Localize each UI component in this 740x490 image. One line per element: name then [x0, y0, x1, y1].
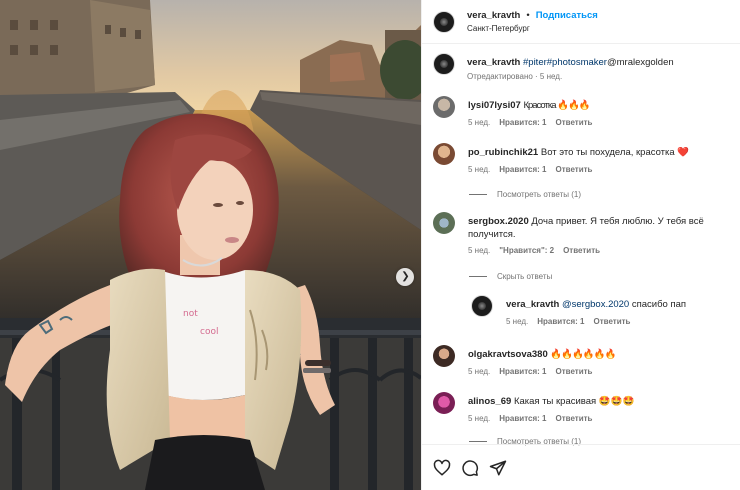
photo-canvas: not cool: [0, 0, 421, 490]
comment-item: sergbox.2020 Доча привет. Я тебя люблю. …: [433, 212, 733, 255]
shirt-text-line1: not: [183, 309, 198, 319]
commenter-avatar[interactable]: [433, 212, 455, 234]
comment-username[interactable]: lysi07lysi07: [468, 100, 521, 111]
reply-text: спасибо пап: [631, 299, 687, 310]
caption-mention[interactable]: @mralexgolden: [607, 57, 674, 68]
shirt-text-line2: cool: [200, 327, 218, 337]
view-replies-button[interactable]: Посмотреть ответы (1): [469, 190, 581, 199]
chevron-right-icon: ❯: [401, 271, 410, 282]
separator-dot: •: [526, 10, 530, 21]
reply-likes[interactable]: Нравится: 1: [537, 317, 584, 326]
reply-button[interactable]: Ответить: [555, 165, 592, 174]
comment-likes[interactable]: Нравится: 1: [499, 367, 546, 376]
post-photo[interactable]: not cool ❯: [0, 0, 421, 490]
caption-meta: Отредактировано · 5 нед.: [467, 72, 563, 81]
comment-time[interactable]: 5 нед.: [468, 414, 490, 423]
comment-text: Вот это ты похудела, красотка ❤️: [540, 147, 690, 158]
reply-reply-button[interactable]: Ответить: [593, 317, 630, 326]
hide-replies-button[interactable]: Скрыть ответы: [469, 272, 552, 281]
reply-mention[interactable]: @sergbox.2020: [562, 299, 629, 310]
view-replies-label: Посмотреть ответы (1): [497, 190, 582, 199]
comment-username[interactable]: sergbox.2020: [468, 216, 529, 227]
comment-time[interactable]: 5 нед.: [468, 165, 490, 174]
post-caption: vera_kravth #piter#photosmaker@mralexgol…: [433, 53, 674, 81]
post-actions-bar: [422, 444, 740, 490]
comment-text: Красотка 🔥🔥🔥: [523, 100, 590, 111]
reply-time[interactable]: 5 нед.: [506, 317, 528, 326]
hide-replies-label: Скрыть ответы: [497, 272, 553, 281]
follow-button[interactable]: Подписаться: [536, 10, 598, 21]
comment-username[interactable]: po_rubinchik21: [468, 147, 538, 158]
comment-likes[interactable]: Нравится: 1: [499, 414, 546, 423]
speech-bubble-icon[interactable]: [461, 459, 479, 477]
comment-text: 🔥🔥🔥🔥🔥🔥: [550, 349, 616, 360]
comment-likes[interactable]: Нравится: 1: [499, 165, 546, 174]
commenter-avatar[interactable]: [433, 143, 455, 165]
comment-username[interactable]: olgakravtsova380: [468, 349, 548, 360]
author-username[interactable]: vera_kravth: [467, 10, 520, 21]
next-photo-button[interactable]: ❯: [396, 268, 414, 286]
comment-item: lysi07lysi07 Красотка 🔥🔥🔥 5 нед. Нравитс…: [433, 96, 733, 127]
reply-button[interactable]: Ответить: [555, 367, 592, 376]
replies-divider: [469, 276, 487, 277]
comment-text: Какая ты красивая 🤩🤩🤩: [513, 396, 635, 407]
commenter-avatar[interactable]: [433, 96, 455, 118]
reply-button[interactable]: Ответить: [555, 414, 592, 423]
replies-divider: [469, 194, 487, 195]
caption-hashtags[interactable]: #piter#photosmaker: [523, 57, 607, 68]
reply-button[interactable]: Ответить: [563, 246, 600, 255]
reply-username[interactable]: vera_kravth: [506, 299, 559, 310]
comment-item: alinos_69 Какая ты красивая 🤩🤩🤩 5 нед. Н…: [433, 392, 733, 423]
comment-likes[interactable]: "Нравится": 2: [499, 246, 554, 255]
commenter-avatar[interactable]: [433, 345, 455, 367]
comment-time[interactable]: 5 нед.: [468, 367, 490, 376]
reply-item: vera_kravth @sergbox.2020 спасибо пап 5 …: [471, 295, 733, 326]
post-sidebar: vera_kravth • Подписаться Санкт-Петербур…: [421, 0, 740, 490]
heart-outline-icon[interactable]: [433, 459, 451, 477]
comment-text-line2: получится.: [468, 229, 516, 240]
reply-avatar[interactable]: [471, 295, 493, 317]
caption-avatar[interactable]: [433, 53, 455, 75]
comment-time[interactable]: 5 нед.: [468, 118, 490, 127]
commenter-avatar[interactable]: [433, 392, 455, 414]
comment-item: po_rubinchik21 Вот это ты похудела, крас…: [433, 143, 733, 174]
comment-likes[interactable]: Нравится: 1: [499, 118, 546, 127]
comment-username[interactable]: alinos_69: [468, 396, 511, 407]
author-avatar[interactable]: [433, 10, 455, 33]
replies-divider: [469, 441, 487, 442]
post-header: vera_kravth • Подписаться Санкт-Петербур…: [422, 0, 740, 44]
caption-username[interactable]: vera_kravth: [467, 57, 520, 68]
post-modal: not cool ❯ vera_kravth • Подписаться Сан…: [0, 0, 740, 490]
comment-item: olgakravtsova380 🔥🔥🔥🔥🔥🔥 5 нед. Нравится:…: [433, 345, 733, 376]
comment-time[interactable]: 5 нед.: [468, 246, 490, 255]
reply-button[interactable]: Ответить: [555, 118, 592, 127]
comment-text-line1: Доча привет. Я тебя люблю. У тебя всё: [531, 216, 704, 227]
post-location[interactable]: Санкт-Петербург: [467, 24, 598, 33]
paper-plane-icon[interactable]: [489, 459, 507, 477]
